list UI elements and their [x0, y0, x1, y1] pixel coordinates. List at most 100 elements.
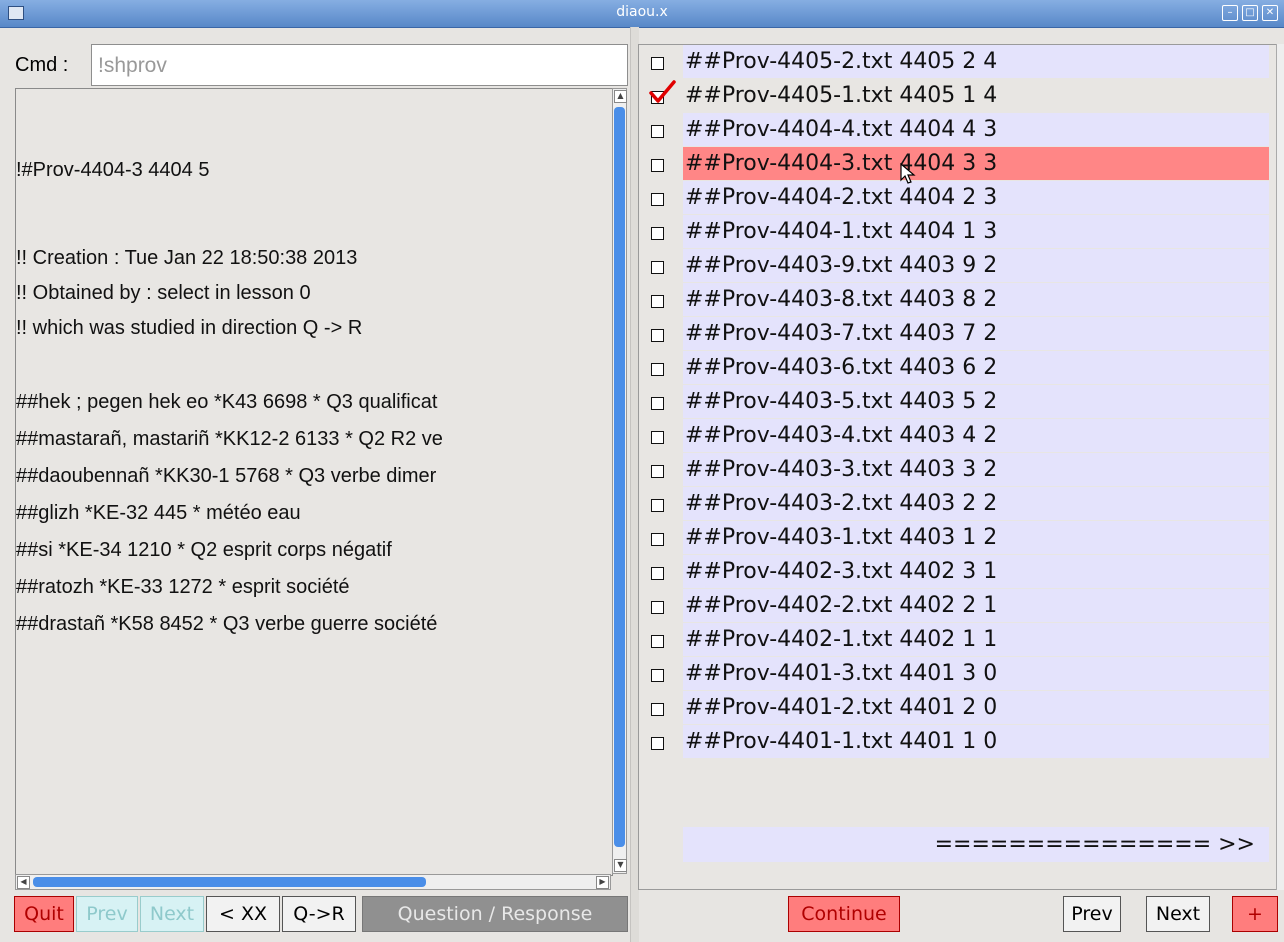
direction-button[interactable]: Q->R — [282, 896, 356, 932]
checkmark-icon — [649, 80, 676, 103]
file-list-panel: ##Prov-4405-2.txt 4405 2 4 ##Prov-4405-1… — [638, 44, 1284, 890]
next-button[interactable]: Next — [140, 896, 204, 932]
list-item-label: ##Prov-4401-1.txt 4401 1 0 — [683, 725, 1269, 758]
list-item[interactable]: ##Prov-4404-4.txt 4404 4 3 — [639, 113, 1269, 146]
list-item[interactable]: ##Prov-4401-1.txt 4401 1 0 — [639, 725, 1269, 758]
list-item-label: ##Prov-4404-3.txt 4404 3 3 — [683, 147, 1269, 180]
scroll-down-icon[interactable]: ▼ — [614, 859, 627, 872]
xx-button[interactable]: < XX — [206, 896, 280, 932]
list-item[interactable]: ##Prov-4403-5.txt 4403 5 2 — [639, 385, 1269, 418]
list-item[interactable]: ##Prov-4402-2.txt 4402 2 1 — [639, 589, 1269, 622]
list-item[interactable]: ##Prov-4402-3.txt 4402 3 1 — [639, 555, 1269, 588]
list-item[interactable]: ##Prov-4403-3.txt 4403 3 2 — [639, 453, 1269, 486]
checkbox[interactable] — [651, 601, 664, 614]
horizontal-scroll-thumb[interactable] — [33, 877, 426, 887]
maximize-icon[interactable]: □ — [1242, 5, 1258, 21]
list-item[interactable]: ##Prov-4405-1.txt 4405 1 4 — [639, 79, 1269, 112]
list-item-selected[interactable]: ##Prov-4404-3.txt 4404 3 3 — [639, 147, 1269, 180]
scroll-left-icon[interactable]: ◀ — [17, 876, 30, 889]
checkbox[interactable] — [651, 193, 664, 206]
text-line: ##ratozh *KE-33 1272 * esprit société — [16, 576, 350, 598]
list-item-label: ##Prov-4403-1.txt 4403 1 2 — [683, 521, 1269, 554]
checkbox[interactable] — [651, 635, 664, 648]
list-item-label: ##Prov-4405-1.txt 4405 1 4 — [685, 83, 998, 108]
list-item-label: ##Prov-4403-8.txt 4403 8 2 — [683, 283, 1269, 316]
checkbox[interactable] — [651, 159, 664, 172]
list-item[interactable]: ##Prov-4401-2.txt 4401 2 0 — [639, 691, 1269, 724]
list-item[interactable]: ##Prov-4403-4.txt 4403 4 2 — [639, 419, 1269, 452]
checkbox[interactable] — [651, 567, 664, 580]
vertical-scroll-thumb[interactable] — [614, 107, 625, 847]
list-item[interactable]: ##Prov-4403-7.txt 4403 7 2 — [639, 317, 1269, 350]
checkbox[interactable] — [651, 703, 664, 716]
title-bar: diaou.x – □ ✕ — [0, 0, 1284, 28]
cmd-input[interactable]: !shprov — [91, 44, 628, 86]
text-line: ##daoubennañ *KK30-1 5768 * Q3 verbe dim… — [16, 465, 437, 487]
checkbox[interactable] — [651, 397, 664, 410]
left-panel: Cmd : !shprov !#Prov-4404-3 4404 5 !! Cr… — [9, 44, 630, 942]
list-item[interactable]: ##Prov-4404-2.txt 4404 2 3 — [639, 181, 1269, 214]
list-item-label: ##Prov-4404-2.txt 4404 2 3 — [683, 181, 1269, 214]
list-item-label: ##Prov-4402-3.txt 4402 3 1 — [683, 555, 1269, 588]
list-item-label: ##Prov-4403-9.txt 4403 9 2 — [683, 249, 1269, 282]
checkbox[interactable] — [651, 329, 664, 342]
text-line: !#Prov-4404-3 4404 5 — [16, 159, 210, 181]
vertical-scrollbar[interactable]: ▲ ▼ — [612, 88, 627, 874]
checkbox[interactable] — [651, 125, 664, 138]
continue-button[interactable]: Continue — [788, 896, 900, 932]
add-button[interactable]: + — [1232, 896, 1278, 932]
cmd-label: Cmd : — [15, 54, 69, 76]
scroll-up-icon[interactable]: ▲ — [614, 90, 627, 103]
horizontal-scrollbar[interactable]: ◀ ▶ — [15, 874, 611, 890]
list-item[interactable]: ##Prov-4401-3.txt 4401 3 0 — [639, 657, 1269, 690]
checkbox[interactable] — [651, 737, 664, 750]
text-line: ##glizh *KE-32 445 * météo eau — [16, 502, 301, 524]
checkbox[interactable] — [651, 261, 664, 274]
list-prev-button[interactable]: Prev — [1063, 896, 1121, 932]
checkbox[interactable] — [651, 499, 664, 512]
list-item[interactable]: ##Prov-4405-2.txt 4405 2 4 — [639, 45, 1269, 78]
list-item-label: ##Prov-4401-3.txt 4401 3 0 — [683, 657, 1269, 690]
list-item[interactable]: ##Prov-4402-1.txt 4402 1 1 — [639, 623, 1269, 656]
list-item[interactable]: ##Prov-4403-9.txt 4403 9 2 — [639, 249, 1269, 282]
list-item-label: ##Prov-4402-1.txt 4402 1 1 — [683, 623, 1269, 656]
text-line: ##mastarañ, mastariñ *KK12-2 6133 * Q2 R… — [16, 428, 443, 450]
list-next-button[interactable]: Next — [1146, 896, 1210, 932]
list-item[interactable]: ##Prov-4403-8.txt 4403 8 2 — [639, 283, 1269, 316]
list-item[interactable]: ##Prov-4403-2.txt 4403 2 2 — [639, 487, 1269, 520]
list-item-label: ##Prov-4403-5.txt 4403 5 2 — [683, 385, 1269, 418]
text-line: !! which was studied in direction Q -> R — [16, 317, 363, 339]
list-item[interactable]: ##Prov-4403-1.txt 4403 1 2 — [639, 521, 1269, 554]
minimize-icon[interactable]: – — [1222, 5, 1238, 21]
checkbox[interactable] — [651, 227, 664, 240]
text-line: ##drastañ *K58 8452 * Q3 verbe guerre so… — [16, 613, 438, 635]
checkbox[interactable] — [651, 533, 664, 546]
text-line: !! Obtained by : select in lesson 0 — [16, 282, 311, 304]
scroll-right-icon[interactable]: ▶ — [596, 876, 609, 889]
right-vertical-scrollbar[interactable] — [1276, 44, 1284, 890]
text-line: ##si *KE-34 1210 * Q2 esprit corps négat… — [16, 539, 392, 561]
checkbox[interactable] — [651, 57, 664, 70]
close-icon[interactable]: ✕ — [1262, 5, 1278, 21]
list-item-label: ##Prov-4403-3.txt 4403 3 2 — [683, 453, 1269, 486]
checkbox[interactable] — [651, 669, 664, 682]
checkbox[interactable] — [651, 431, 664, 444]
list-item-label: ##Prov-4403-7.txt 4403 7 2 — [683, 317, 1269, 350]
list-item[interactable]: ##Prov-4404-1.txt 4404 1 3 — [639, 215, 1269, 248]
more-link[interactable]: =============== >> — [683, 827, 1269, 862]
quit-button[interactable]: Quit — [14, 896, 74, 932]
list-item-label: ##Prov-4404-4.txt 4404 4 3 — [683, 113, 1269, 146]
question-response-button[interactable]: Question / Response — [362, 896, 628, 932]
checkbox[interactable] — [651, 363, 664, 376]
checkbox[interactable] — [651, 465, 664, 478]
list-item-label: ##Prov-4403-6.txt 4403 6 2 — [683, 351, 1269, 384]
list-item-label: ##Prov-4401-2.txt 4401 2 0 — [683, 691, 1269, 724]
list-item[interactable]: ##Prov-4403-6.txt 4403 6 2 — [639, 351, 1269, 384]
list-item-label: ##Prov-4402-2.txt 4402 2 1 — [683, 589, 1269, 622]
prev-button[interactable]: Prev — [76, 896, 138, 932]
checkbox[interactable] — [651, 295, 664, 308]
text-area[interactable]: !#Prov-4404-3 4404 5 !! Creation : Tue J… — [15, 88, 613, 876]
text-line: ##hek ; pegen hek eo *K43 6698 * Q3 qual… — [16, 391, 438, 413]
text-line: !! Creation : Tue Jan 22 18:50:38 2013 — [16, 247, 358, 269]
window-title: diaou.x — [616, 4, 668, 20]
